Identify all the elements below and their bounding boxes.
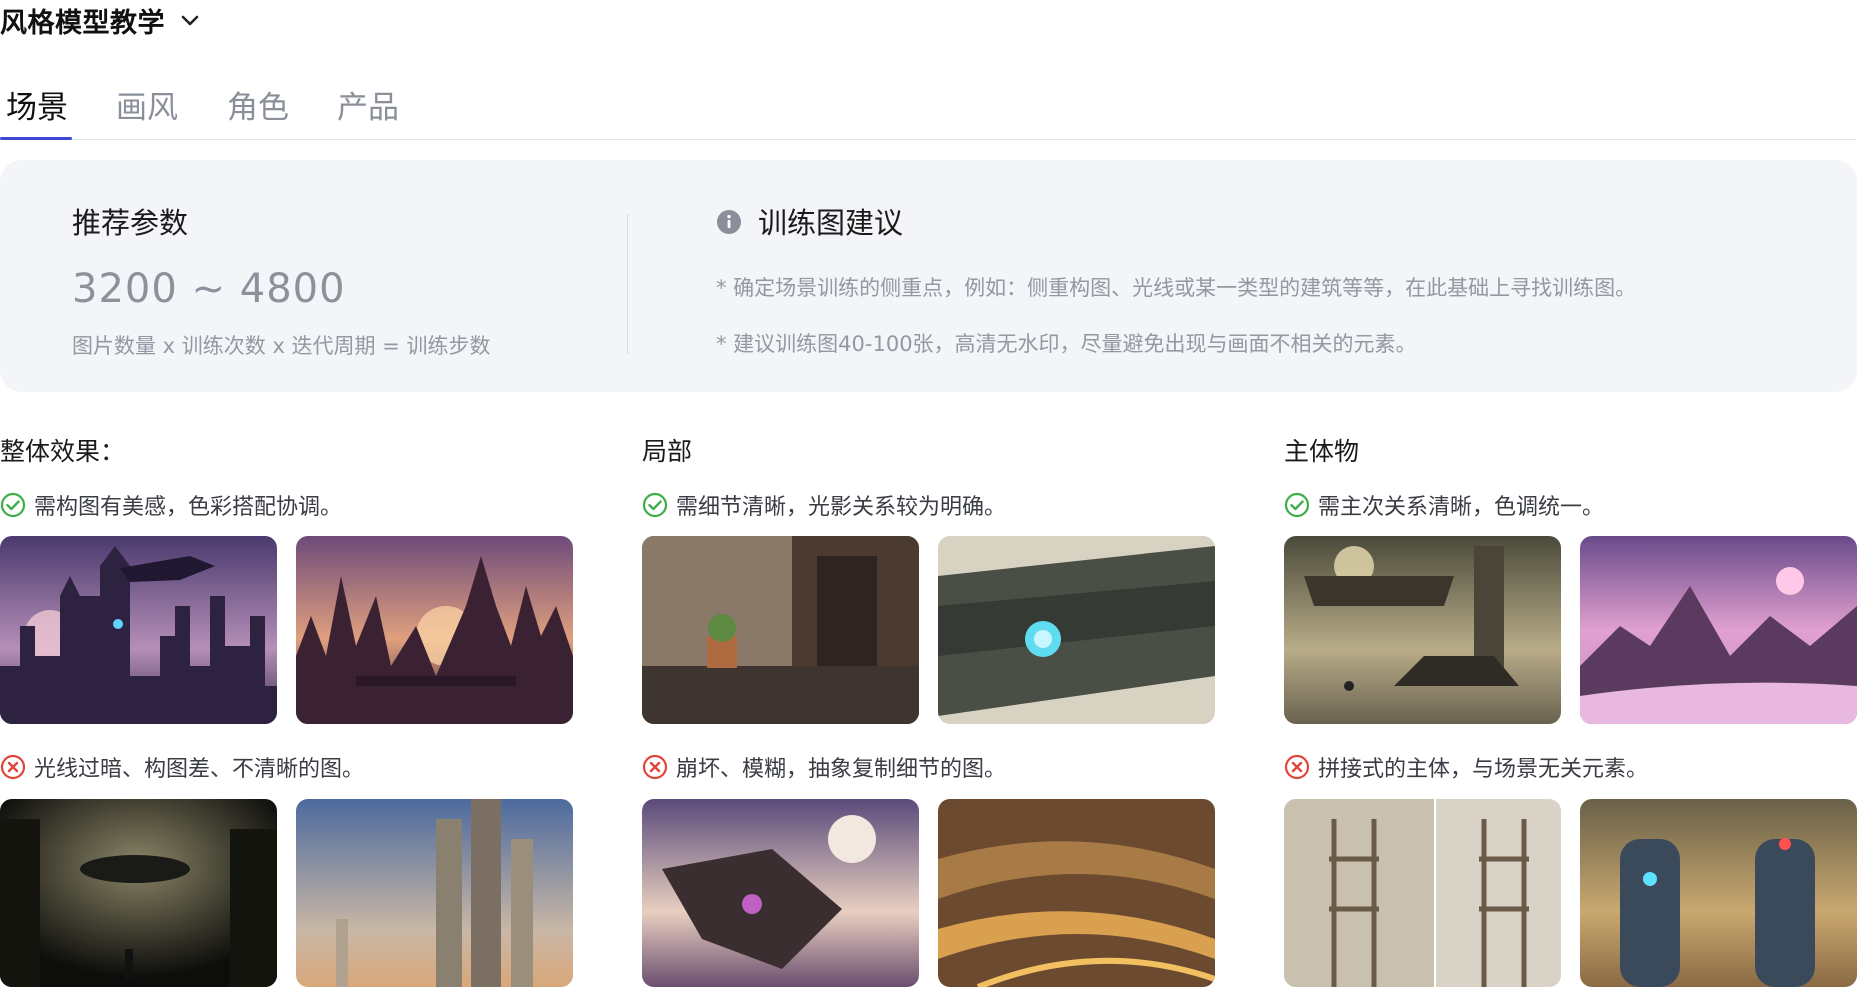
tab-label: 角色 (227, 90, 289, 126)
recommended-params: 推荐参数 3200 ~ 4800 图片数量 x 训练次数 x 迭代周期 = 训练… (72, 200, 491, 360)
active-tab-indicator (0, 137, 72, 140)
requirement-text: 需构图有美感，色彩搭配协调。 (34, 495, 343, 520)
tab-character[interactable]: 角色 (227, 82, 289, 127)
check-circle-icon (1284, 492, 1310, 518)
tab-label: 场景 (6, 90, 68, 126)
example-image-bad (938, 799, 1215, 987)
section-detail: 局部 需细节清晰，光影关系较为明确。 崩坏、模糊，抽象复制细节的图。 (642, 432, 1215, 987)
example-image-good (296, 536, 573, 724)
x-circle-icon (642, 754, 668, 780)
x-circle-icon (1284, 754, 1310, 780)
x-circle-icon (0, 754, 26, 780)
tab-bar: 场景 画风 角色 产品 (0, 70, 1857, 140)
info-icon (716, 208, 742, 234)
chevron-down-icon[interactable] (179, 9, 201, 31)
info-panel: 推荐参数 3200 ~ 4800 图片数量 x 训练次数 x 迭代周期 = 训练… (0, 160, 1857, 392)
section-overall-effect: 整体效果： 需构图有美感，色彩搭配协调。 光线过暗、构图差、不清晰的图。 (0, 432, 573, 987)
example-image-bad (642, 799, 919, 987)
bad-requirement: 拼接式的主体，与场景无关元素。 (1284, 752, 1648, 782)
example-image-bad (296, 799, 573, 987)
section-title: 局部 (642, 437, 693, 466)
suggestion-tip: * 建议训练图40-100张，高清无水印，尽量避免出现与画面不相关的元素。 (716, 332, 1417, 356)
panel-divider (627, 214, 628, 354)
good-requirement: 需主次关系清晰，色调统一。 (1284, 490, 1604, 520)
requirement-text: 光线过暗、构图差、不清晰的图。 (34, 757, 365, 782)
training-suggestions: 训练图建议 * 确定场景训练的侧重点，例如：侧重构图、光线或某一类型的建筑等等，… (716, 200, 1636, 358)
section-title: 主体物 (1284, 437, 1360, 466)
check-circle-icon (642, 492, 668, 518)
requirement-text: 拼接式的主体，与场景无关元素。 (1318, 757, 1649, 782)
suggestions-title: 训练图建议 (758, 206, 904, 240)
requirement-text: 需细节清晰，光影关系较为明确。 (676, 495, 1007, 520)
good-requirement: 需构图有美感，色彩搭配协调。 (0, 490, 342, 520)
params-title: 推荐参数 (72, 206, 189, 240)
requirement-text: 崩坏、模糊，抽象复制细节的图。 (676, 757, 1007, 782)
bad-requirement: 光线过暗、构图差、不清晰的图。 (0, 752, 364, 782)
section-title: 整体效果： (0, 437, 126, 466)
params-range: 3200 ~ 4800 (72, 266, 346, 312)
example-image-good (1580, 536, 1857, 724)
requirement-text: 需主次关系清晰，色调统一。 (1318, 495, 1605, 520)
example-image-good (0, 536, 277, 724)
example-image-bad (0, 799, 277, 987)
tab-scene[interactable]: 场景 (6, 82, 68, 127)
check-circle-icon (0, 492, 26, 518)
page-header: 风格模型教学 (0, 0, 201, 40)
example-image-good (1284, 536, 1561, 724)
example-image-good (938, 536, 1215, 724)
example-image-bad (1284, 799, 1561, 987)
tab-label: 画风 (116, 90, 178, 126)
tab-art-style[interactable]: 画风 (116, 82, 178, 127)
section-subject: 主体物 需主次关系清晰，色调统一。 拼接式的主体，与场景无关元素。 (1284, 432, 1857, 987)
tab-label: 产品 (337, 90, 399, 126)
example-image-bad (1580, 799, 1857, 987)
good-requirement: 需细节清晰，光影关系较为明确。 (642, 490, 1006, 520)
example-image-good (642, 536, 919, 724)
tab-product[interactable]: 产品 (337, 82, 399, 127)
params-formula: 图片数量 x 训练次数 x 迭代周期 = 训练步数 (72, 334, 491, 358)
suggestion-tip: * 确定场景训练的侧重点，例如：侧重构图、光线或某一类型的建筑等等，在此基础上寻… (716, 276, 1637, 300)
bad-requirement: 崩坏、模糊，抽象复制细节的图。 (642, 752, 1006, 782)
page-title: 风格模型教学 (0, 7, 165, 39)
